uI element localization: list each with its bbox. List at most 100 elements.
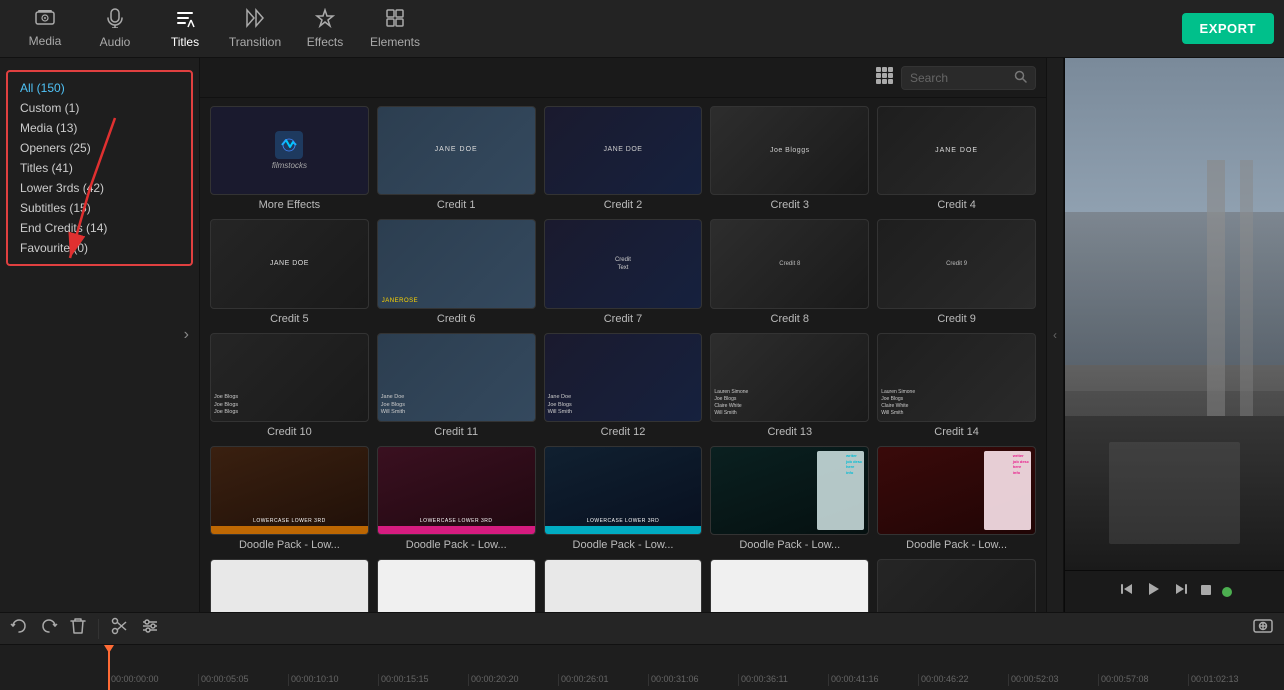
sidebar-item-all[interactable]: All (150) [14, 78, 185, 98]
undo-button[interactable] [10, 617, 28, 640]
ts-0: 00:00:00:00 [108, 674, 198, 686]
tile-credit-5[interactable]: JANE DOE Credit 5 [210, 219, 369, 324]
tile-partial-5[interactable] [877, 559, 1036, 612]
tile-partial-2[interactable] [377, 559, 536, 612]
ts-1: 00:00:05:05 [198, 674, 288, 686]
ts-4: 00:00:20:20 [468, 674, 558, 686]
tile-credit-9[interactable]: Credit 9 Credit 9 [877, 219, 1036, 324]
tile-doodle-2-label: Doodle Pack - Low... [377, 539, 536, 551]
tiles-grid: filmstocks More Effects JANE DOE Credit … [210, 106, 1036, 612]
sidebar-item-openers[interactable]: Openers (25) [14, 138, 185, 158]
ts-10: 00:00:52:03 [1008, 674, 1098, 686]
sidebar-item-custom[interactable]: Custom (1) [14, 98, 185, 118]
tile-credit-4-label: Credit 4 [877, 199, 1036, 211]
grid-view-icon[interactable] [875, 66, 893, 89]
main-area: All (150) Custom (1) Media (13) Openers … [0, 58, 1284, 612]
tile-more-effects[interactable]: filmstocks More Effects [210, 106, 369, 211]
category-list: All (150) Custom (1) Media (13) Openers … [6, 70, 193, 266]
sidebar-item-favourite[interactable]: Favourite (0) [14, 238, 185, 258]
tile-credit-7[interactable]: CreditText Credit 7 [544, 219, 703, 324]
sidebar-item-subtitles[interactable]: Subtitles (15) [14, 198, 185, 218]
sidebar-item-titles[interactable]: Titles (41) [14, 158, 185, 178]
titles-icon [175, 8, 195, 33]
ts-6: 00:00:31:06 [648, 674, 738, 686]
tile-credit-12[interactable]: Jane DoeJoe BlogsWill Smith Credit 12 [544, 333, 703, 438]
elements-icon [385, 8, 405, 33]
tile-credit-2-label: Credit 2 [544, 199, 703, 211]
nav-item-effects[interactable]: Effects [290, 3, 360, 55]
tile-credit-3-label: Credit 3 [710, 199, 869, 211]
tiles-scroll-area[interactable]: filmstocks More Effects JANE DOE Credit … [200, 98, 1046, 612]
export-button[interactable]: EXPORT [1182, 13, 1274, 44]
tile-doodle-4[interactable]: writerjob deschereinfo Doodle Pack - Low… [710, 446, 869, 551]
tile-credit-8-label: Credit 8 [710, 313, 869, 325]
nav-item-audio[interactable]: Audio [80, 3, 150, 55]
timeline-area: 00:00:00:00 00:00:05:05 00:00:10:10 00:0… [0, 612, 1284, 690]
tile-credit-13-label: Credit 13 [710, 426, 869, 438]
settings-button[interactable] [141, 617, 159, 640]
audio-icon [106, 8, 124, 33]
timeline-ruler[interactable]: 00:00:00:00 00:00:05:05 00:00:10:10 00:0… [0, 645, 1284, 690]
tile-credit-4[interactable]: JANE DOE Credit 4 [877, 106, 1036, 211]
top-navigation: Media Audio Titles Transit [0, 0, 1284, 58]
tile-doodle-4-label: Doodle Pack - Low... [710, 539, 869, 551]
tile-credit-14[interactable]: Lauren SimoneJoe BlogsClaire WhiteWill S… [877, 333, 1036, 438]
sidebar-item-endcredits[interactable]: End Credits (14) [14, 218, 185, 238]
ts-9: 00:00:46:22 [918, 674, 1008, 686]
nav-item-media[interactable]: Media [10, 3, 80, 55]
redo-button[interactable] [40, 617, 58, 640]
nav-item-elements[interactable]: Elements [360, 3, 430, 55]
playhead[interactable] [108, 645, 110, 690]
tile-doodle-3-label: Doodle Pack - Low... [544, 539, 703, 551]
ts-5: 00:00:26:01 [558, 674, 648, 686]
tile-credit-13[interactable]: Lauren SimoneJoe BlogsClaire WhiteWill S… [710, 333, 869, 438]
search-box [901, 66, 1036, 90]
timeline-toolbar [0, 613, 1284, 645]
add-media-button[interactable] [1252, 615, 1274, 642]
delete-button[interactable] [70, 617, 86, 640]
sidebar-item-media[interactable]: Media (13) [14, 118, 185, 138]
ts-8: 00:00:41:16 [828, 674, 918, 686]
content-panel: filmstocks More Effects JANE DOE Credit … [200, 58, 1046, 612]
stop-button[interactable] [1198, 581, 1214, 603]
sidebar-item-lower3rds[interactable]: Lower 3rds (42) [14, 178, 185, 198]
prev-frame-button[interactable] [1118, 580, 1136, 603]
tile-credit-9-label: Credit 9 [877, 313, 1036, 325]
tile-doodle-2[interactable]: LOWERCASE LOWER 3RD Doodle Pack - Low... [377, 446, 536, 551]
tile-doodle-5[interactable]: writerjob deschereinfo Doodle Pack - Low… [877, 446, 1036, 551]
tile-partial-3[interactable] [544, 559, 703, 612]
panel-collapse-handle[interactable]: ‹ [1046, 58, 1064, 612]
tile-credit-1[interactable]: JANE DOE Credit 1 [377, 106, 536, 211]
nav-item-titles[interactable]: Titles [150, 3, 220, 55]
tile-credit-3[interactable]: Joe Bloggs Credit 3 [710, 106, 869, 211]
tile-credit-6-label: Credit 6 [377, 313, 536, 325]
tile-credit-11[interactable]: Jane DoeJoe BlogsWill Smith Credit 11 [377, 333, 536, 438]
tile-credit-5-label: Credit 5 [210, 313, 369, 325]
sidebar: All (150) Custom (1) Media (13) Openers … [0, 58, 200, 612]
search-icon [1014, 70, 1027, 86]
sidebar-collapse-arrow[interactable]: › [184, 326, 189, 344]
search-input[interactable] [910, 71, 1010, 85]
tile-doodle-1-label: Doodle Pack - Low... [210, 539, 369, 551]
tile-doodle-1[interactable]: LOWERCASE LOWER 3RD Doodle Pack - Low... [210, 446, 369, 551]
timeline-timestamps: 00:00:00:00 00:00:05:05 00:00:10:10 00:0… [0, 645, 1278, 690]
ts-12: 00:01:02:13 [1188, 674, 1278, 686]
nav-item-transition[interactable]: Transition [220, 3, 290, 55]
preview-video-frame [1065, 58, 1284, 570]
play-button[interactable] [1144, 579, 1164, 604]
nav-audio-label: Audio [100, 35, 131, 49]
tile-credit-6[interactable]: JANEROSE Credit 6 [377, 219, 536, 324]
cut-button[interactable] [111, 617, 129, 640]
tile-credit-2[interactable]: JANE DOE Credit 2 [544, 106, 703, 211]
content-toolbar [200, 58, 1046, 98]
tile-credit-14-label: Credit 14 [877, 426, 1036, 438]
tile-partial-4[interactable] [710, 559, 869, 612]
tile-credit-8[interactable]: Credit 8 Credit 8 [710, 219, 869, 324]
tile-credit-10[interactable]: Joe BlogsJoe BlogsJoe Blogs Credit 10 [210, 333, 369, 438]
tile-credit-11-label: Credit 11 [377, 426, 536, 438]
transition-icon [245, 8, 265, 33]
tile-doodle-3[interactable]: LOWERCASE LOWER 3RD Doodle Pack - Low... [544, 446, 703, 551]
next-frame-button[interactable] [1172, 580, 1190, 603]
tile-partial-1[interactable]: Inky type... [210, 559, 369, 612]
preview-controls [1065, 570, 1284, 612]
